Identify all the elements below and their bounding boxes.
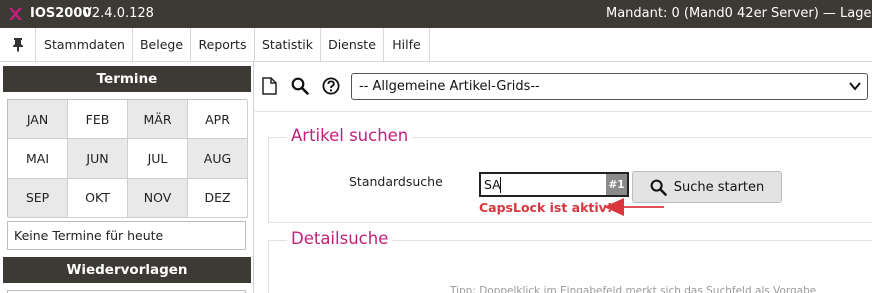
capslock-warning: CapsLock ist aktiv! <box>479 200 613 215</box>
menu-bar: Stammdaten Belege Reports Statistik Dien… <box>0 28 872 62</box>
pin-button[interactable] <box>0 28 36 61</box>
new-document-icon <box>261 77 277 95</box>
menu-statistik[interactable]: Statistik <box>255 28 321 61</box>
month-sep[interactable]: SEP <box>8 178 68 218</box>
text-caret <box>500 177 501 193</box>
pin-icon <box>12 38 23 52</box>
search-toolbar-button[interactable] <box>290 76 310 96</box>
month-mai[interactable]: MAI <box>8 139 68 179</box>
no-appointments-text: Keine Termine für heute <box>7 221 246 250</box>
menu-hilfe[interactable]: Hilfe <box>384 28 430 61</box>
app-logo-icon <box>7 6 23 22</box>
help-button[interactable] <box>321 76 341 96</box>
search-field-badge: #1 <box>606 174 627 195</box>
termine-header: Termine <box>3 66 251 92</box>
standard-search-input[interactable]: SA #1 <box>479 172 629 197</box>
month-aug[interactable]: AUG <box>188 139 248 179</box>
article-grid-select[interactable]: -- Allgemeine Artikel-Grids-- <box>351 73 868 100</box>
new-document-button[interactable] <box>259 76 279 96</box>
menu-reports[interactable]: Reports <box>191 28 255 61</box>
article-search-title: Artikel suchen <box>287 126 413 145</box>
month-calendar: JAN FEB MÄR APR MAI JUN JUL AUG SEP OKT … <box>7 99 248 218</box>
standard-search-value: SA <box>484 177 501 192</box>
menu-dienste[interactable]: Dienste <box>321 28 384 61</box>
toolbar: -- Allgemeine Artikel-Grids-- <box>255 62 872 112</box>
menu-stammdaten[interactable]: Stammdaten <box>37 28 133 61</box>
chevron-down-icon <box>849 82 861 91</box>
detail-search-title: Detailsuche <box>287 229 393 248</box>
title-bar: IOS2000 V2.4.0.128 Mandant: 0 (Mand0 42e… <box>0 0 872 28</box>
help-icon <box>322 77 340 95</box>
month-dez[interactable]: DEZ <box>188 178 248 218</box>
article-grid-select-value: -- Allgemeine Artikel-Grids-- <box>359 79 540 94</box>
warning-arrow-icon <box>604 198 664 216</box>
month-nov[interactable]: NOV <box>128 178 188 218</box>
month-jul[interactable]: JUL <box>128 139 188 179</box>
mandant-info: Mandant: 0 (Mand0 42er Server) — Lager: … <box>606 6 872 21</box>
month-jun[interactable]: JUN <box>68 139 128 179</box>
start-search-label: Suche starten <box>673 179 765 195</box>
month-apr[interactable]: APR <box>188 100 248 140</box>
search-icon <box>291 77 309 95</box>
search-icon <box>650 179 667 196</box>
app-version: V2.4.0.128 <box>83 6 154 21</box>
menu-belege[interactable]: Belege <box>133 28 191 61</box>
detail-search-tip: Tipp: Doppelklick im Eingabefeld merkt s… <box>450 285 817 293</box>
month-okt[interactable]: OKT <box>68 178 128 218</box>
standard-search-label: Standardsuche <box>349 174 443 189</box>
month-feb[interactable]: FEB <box>68 100 128 140</box>
wiedervorlagen-header: Wiedervorlagen <box>3 257 251 283</box>
sidebar: Termine JAN FEB MÄR APR MAI JUN JUL AUG … <box>0 62 254 293</box>
month-jan[interactable]: JAN <box>8 100 68 140</box>
month-mar[interactable]: MÄR <box>128 100 188 140</box>
